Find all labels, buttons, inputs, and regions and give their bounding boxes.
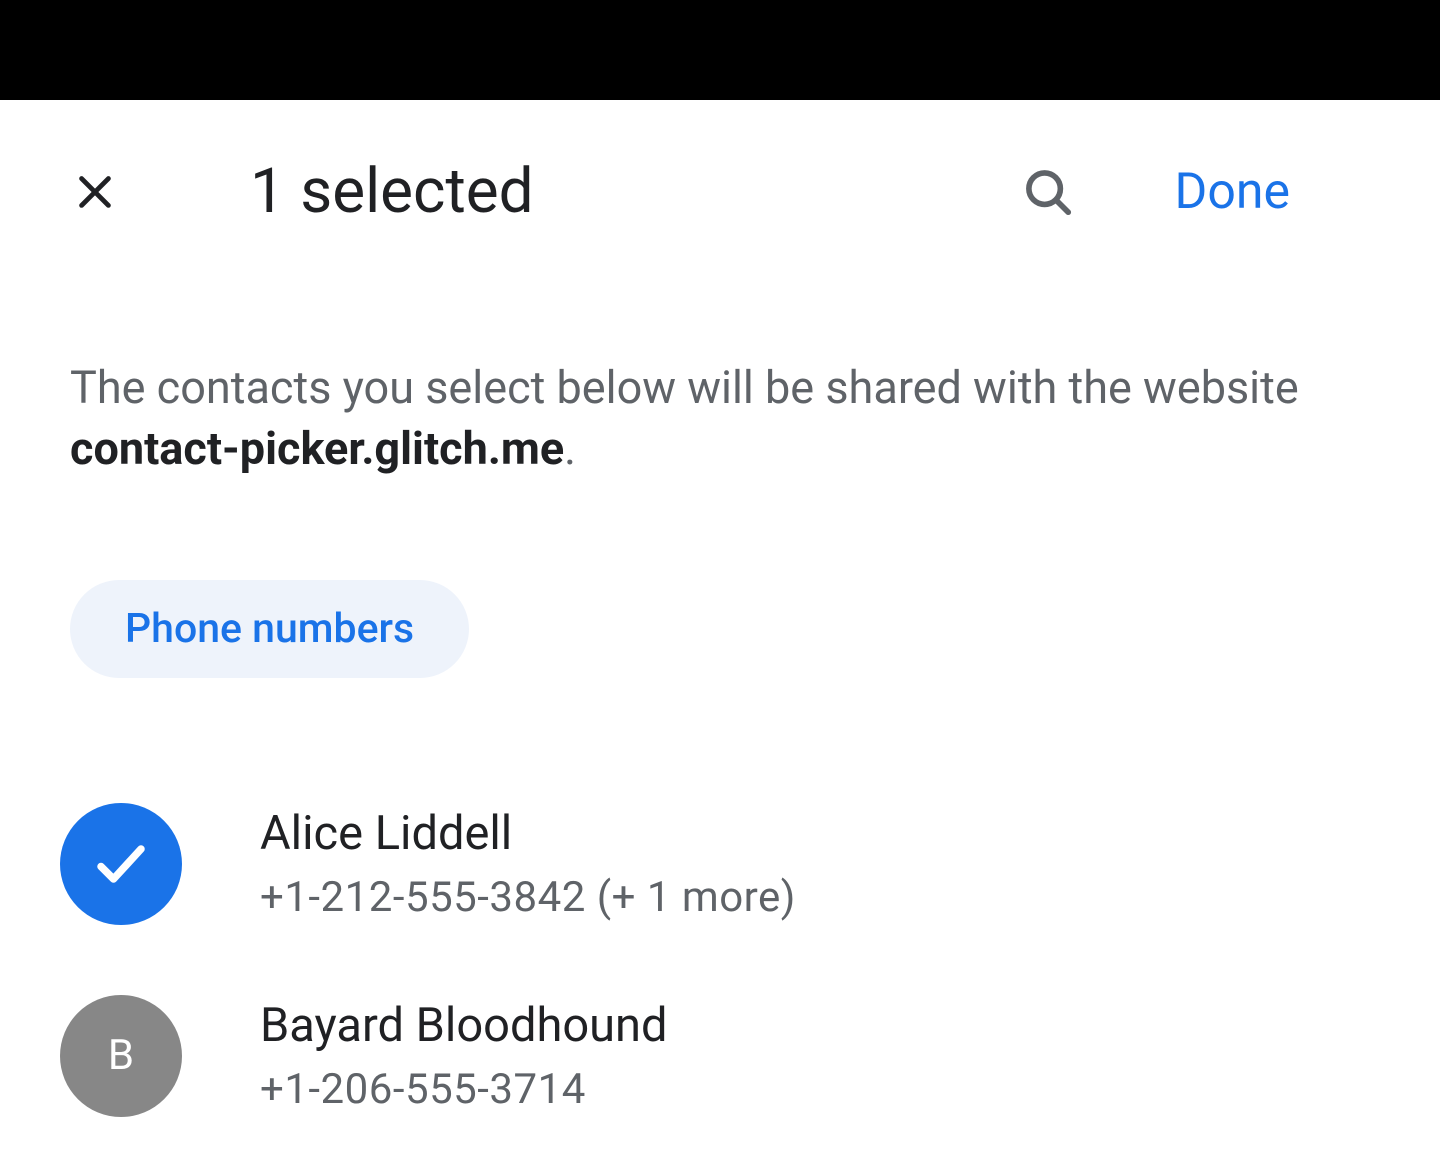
description-prefix: The contacts you select below will be sh… — [70, 361, 1299, 414]
close-icon[interactable] — [70, 167, 120, 217]
status-bar — [0, 0, 1440, 100]
contact-list: Alice Liddell +1-212-555-3842 (+ 1 more)… — [70, 768, 1370, 1152]
share-description: The contacts you select below will be sh… — [70, 358, 1370, 480]
contact-item[interactable]: Alice Liddell +1-212-555-3842 (+ 1 more) — [70, 768, 1370, 960]
website-name: contact-picker.glitch.me — [70, 422, 564, 475]
check-icon — [91, 834, 151, 894]
phone-numbers-chip[interactable]: Phone numbers — [70, 580, 469, 678]
contact-phone: +1-206-555-3714 — [260, 1065, 668, 1114]
avatar: B — [60, 995, 182, 1117]
avatar-selected — [60, 803, 182, 925]
header: 1 selected Done — [70, 100, 1370, 268]
contact-item[interactable]: B Bayard Bloodhound +1-206-555-3714 — [70, 960, 1370, 1152]
avatar-initial: B — [108, 1031, 134, 1080]
page-title: 1 selected — [250, 155, 1021, 228]
contact-name: Bayard Bloodhound — [260, 998, 668, 1053]
contact-name: Alice Liddell — [260, 806, 796, 861]
contact-phone: +1-212-555-3842 (+ 1 more) — [260, 873, 796, 922]
done-button[interactable]: Done — [1175, 163, 1370, 221]
search-icon[interactable] — [1021, 165, 1075, 219]
description-suffix: . — [564, 422, 576, 475]
